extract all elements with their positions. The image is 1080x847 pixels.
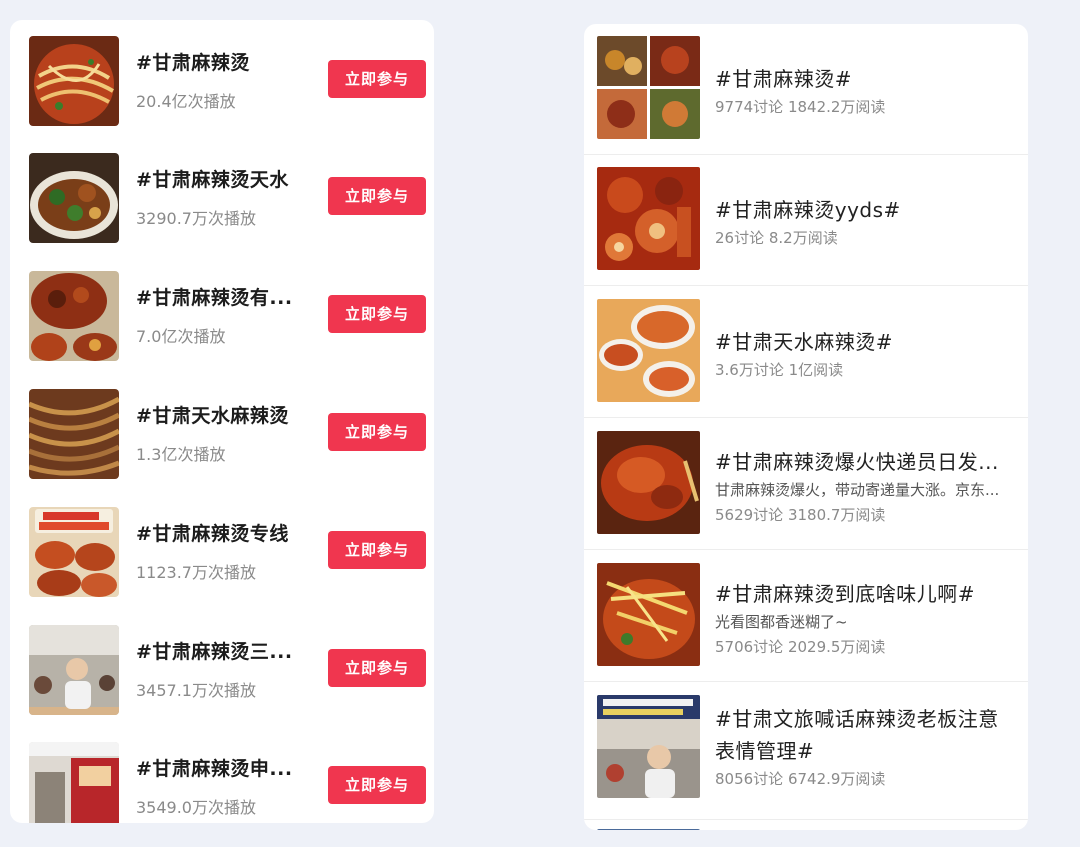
topic-title[interactable]: #甘肃麻辣烫 [136, 48, 306, 75]
topic-title[interactable]: #甘肃麻辣烫三... [136, 637, 306, 664]
list-item[interactable]: #甘肃文旅喊话麻辣烫老板注意表情管理# 8056讨论 6742.9万阅读 [584, 683, 1028, 820]
topic-thumbnail[interactable] [29, 36, 119, 126]
list-item[interactable]: #甘肃天水麻辣烫 1.3亿次播放 立即参与 [10, 389, 434, 489]
topic-thumbnail[interactable] [597, 563, 700, 666]
play-count: 1.3亿次播放 [136, 445, 226, 464]
join-button[interactable]: 立即参与 [328, 766, 426, 804]
list-item[interactable] [584, 827, 1028, 830]
play-count: 20.4亿次播放 [136, 92, 236, 111]
list-item[interactable]: #甘肃麻辣烫 20.4亿次播放 立即参与 [10, 36, 434, 136]
topic-title[interactable]: #甘肃天水麻辣烫 [136, 401, 306, 428]
list-item[interactable]: #甘肃麻辣烫专线 1123.7万次播放 立即参与 [10, 507, 434, 607]
play-count: 1123.7万次播放 [136, 563, 256, 582]
join-button[interactable]: 立即参与 [328, 531, 426, 569]
topic-title[interactable]: #甘肃天水麻辣烫# [715, 326, 1015, 355]
join-button[interactable]: 立即参与 [328, 177, 426, 215]
topic-thumbnail[interactable] [29, 507, 119, 597]
play-count: 3290.7万次播放 [136, 209, 256, 228]
topic-thumbnail[interactable] [29, 153, 119, 243]
topic-title[interactable]: #甘肃麻辣烫申... [136, 754, 306, 781]
topic-thumbnail[interactable] [597, 36, 700, 139]
list-item[interactable]: #甘肃麻辣烫三... 3457.1万次播放 立即参与 [10, 625, 434, 725]
topic-stats: 26讨论 8.2万阅读 [715, 229, 838, 247]
topic-stats: 8056讨论 6742.9万阅读 [715, 770, 886, 788]
join-button[interactable]: 立即参与 [328, 413, 426, 451]
topic-title[interactable]: #甘肃麻辣烫到底啥味儿啊# [715, 578, 1015, 607]
topic-title[interactable]: #甘肃麻辣烫专线 [136, 519, 306, 546]
topic-stats: 5629讨论 3180.7万阅读 [715, 506, 886, 524]
list-item[interactable]: #甘肃麻辣烫# 9774讨论 1842.2万阅读 [584, 24, 1028, 155]
list-item[interactable]: #甘肃麻辣烫申... 3549.0万次播放 立即参与 [10, 742, 434, 823]
join-button[interactable]: 立即参与 [328, 295, 426, 333]
topic-stats: 9774讨论 1842.2万阅读 [715, 98, 886, 116]
topic-list-left: #甘肃麻辣烫 20.4亿次播放 立即参与 #甘肃麻辣烫天水 3290.7万次播放… [10, 20, 434, 823]
topic-thumbnail[interactable] [597, 431, 700, 534]
topic-list-right: #甘肃麻辣烫# 9774讨论 1842.2万阅读 #甘肃麻辣烫yyds# 26讨… [584, 24, 1028, 830]
topic-title[interactable]: #甘肃麻辣烫# [715, 63, 1015, 92]
topic-stats: 3.6万讨论 1亿阅读 [715, 361, 844, 379]
list-item[interactable]: #甘肃麻辣烫天水 3290.7万次播放 立即参与 [10, 153, 434, 253]
topic-description: 光看图都香迷糊了~ [715, 613, 848, 631]
play-count: 3457.1万次播放 [136, 681, 256, 700]
list-item[interactable]: #甘肃麻辣烫有... 7.0亿次播放 立即参与 [10, 271, 434, 371]
list-item[interactable]: #甘肃天水麻辣烫# 3.6万讨论 1亿阅读 [584, 287, 1028, 418]
topic-title[interactable]: #甘肃麻辣烫天水 [136, 165, 306, 192]
topic-thumbnail[interactable] [29, 742, 119, 823]
topic-thumbnail[interactable] [597, 829, 700, 830]
topic-title[interactable]: #甘肃麻辣烫有... [136, 283, 306, 310]
topic-thumbnail[interactable] [597, 695, 700, 798]
join-button[interactable]: 立即参与 [328, 60, 426, 98]
play-count: 3549.0万次播放 [136, 798, 256, 817]
topic-stats: 5706讨论 2029.5万阅读 [715, 638, 886, 656]
topic-thumbnail[interactable] [29, 625, 119, 715]
topic-thumbnail[interactable] [597, 167, 700, 270]
topic-thumbnail[interactable] [29, 271, 119, 361]
join-button[interactable]: 立即参与 [328, 649, 426, 687]
topic-thumbnail[interactable] [597, 299, 700, 402]
topic-description: 甘肃麻辣烫爆火，带动寄递量大涨。京东... [715, 481, 1000, 499]
play-count: 7.0亿次播放 [136, 327, 226, 346]
topic-title[interactable]: #甘肃文旅喊话麻辣烫老板注意表情管理# [715, 703, 1015, 767]
topic-title[interactable]: #甘肃麻辣烫爆火快递员日发... [715, 446, 1015, 475]
list-item[interactable]: #甘肃麻辣烫yyds# 26讨论 8.2万阅读 [584, 155, 1028, 286]
list-item[interactable]: #甘肃麻辣烫爆火快递员日发... 甘肃麻辣烫爆火，带动寄递量大涨。京东... 5… [584, 419, 1028, 550]
topic-title[interactable]: #甘肃麻辣烫yyds# [715, 194, 1015, 223]
list-item[interactable]: #甘肃麻辣烫到底啥味儿啊# 光看图都香迷糊了~ 5706讨论 2029.5万阅读 [584, 551, 1028, 682]
topic-thumbnail[interactable] [29, 389, 119, 479]
